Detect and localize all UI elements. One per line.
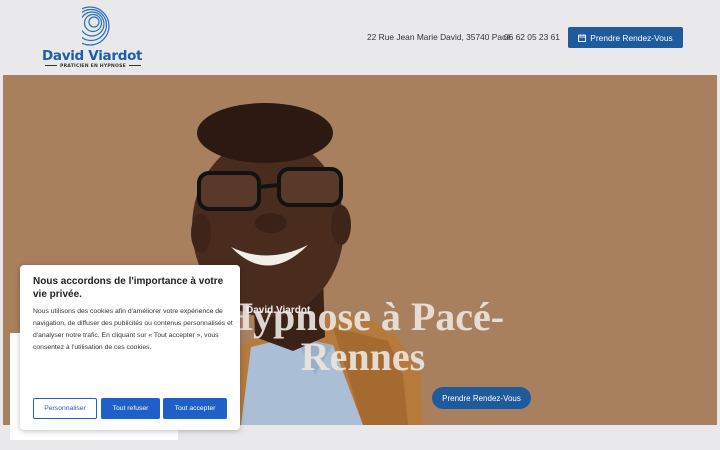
header-address[interactable]: 22 Rue Jean Marie David, 35740 Pacé [367,32,511,42]
spiral-logo-icon [68,6,110,46]
cookie-consent-dialog: Nous accordons de l'importance à votre v… [20,265,240,430]
header-phone[interactable]: 06 62 05 23 61 [504,32,560,42]
logo-tagline: PRATICIEN EN HYPNOSE [42,64,134,69]
hero-title: Hypnose à Pacé-Rennes [221,294,505,379]
hero-subtitle: David Viardot [246,305,311,316]
header-appointment-button[interactable]: Prendre Rendez-Vous [568,27,683,48]
site-logo[interactable]: David Viardot PRATICIEN EN HYPNOSE [42,6,143,70]
customize-button[interactable]: Personnaliser [33,398,97,419]
reject-all-button[interactable]: Tout refuser [101,398,160,419]
hero-appointment-button[interactable]: Prendre Rendez-Vous [432,387,531,409]
calendar-icon [578,33,587,42]
site-header: David Viardot PRATICIEN EN HYPNOSE 22 Ru… [0,0,720,75]
logo-name: David Viardot [42,48,143,64]
accept-all-button[interactable]: Tout accepter [163,398,227,419]
cookie-text: Nous utilisons des cookies afin d'amélio… [33,308,233,351]
header-appointment-label: Prendre Rendez-Vous [590,32,673,43]
cookie-title: Nous accordons de l'importance à votre v… [33,276,224,300]
